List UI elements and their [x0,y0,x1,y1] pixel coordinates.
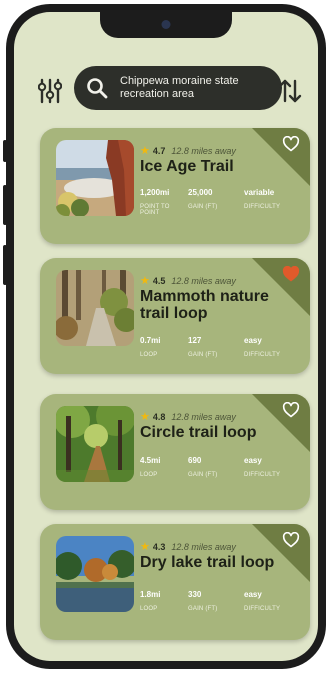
card-corner-tab [252,128,310,186]
trail-card-mammoth-nature[interactable]: ★ 4.5 12.8 miles away Mammoth nature tra… [40,258,310,374]
stat-difficulty: easy DIFFICULTY [244,456,294,478]
stat-label: DIFFICULTY [244,606,281,612]
stat-value: 25,000 [188,188,213,197]
rating-row: ★ 4.5 12.8 miles away [140,274,236,287]
rating-row: ★ 4.3 12.8 miles away [140,540,236,553]
stat-value: 127 [188,336,202,345]
card-corner-tab [252,524,310,582]
heart-icon[interactable] [282,266,300,282]
app-screen: Chippewa moraine state recreation area ★… [14,12,318,661]
stat-label: DIFFICULTY [244,472,281,478]
trail-rating: 4.8 [152,411,166,422]
star-icon: ★ [140,541,150,553]
heart-icon[interactable] [282,532,300,548]
stat-label: LOOP [140,472,158,478]
trail-rating: 4.7 [152,145,166,156]
trail-card-circle[interactable]: ★ 4.8 12.8 miles away Circle trail loop … [40,394,310,510]
stat-length: 0.7mi LOOP [140,336,188,358]
rating-row: ★ 4.8 12.8 miles away [140,410,236,423]
stat-label: LOOP [140,606,158,612]
trail-photo [56,270,134,346]
stat-gain: 25,000 GAIN (FT) [188,188,244,216]
trail-photo [56,140,134,216]
stat-value: easy [244,336,262,345]
trail-name: Dry lake trail loop [140,554,275,571]
trail-name: Ice Age Trail [140,158,234,175]
stat-gain: 127 GAIN (FT) [188,336,244,358]
stat-length: 1.8mi LOOP [140,590,188,612]
trail-stats: 0.7mi LOOP 127 GAIN (FT) easy DIFFICULTY [140,336,294,358]
sort-arrows-icon[interactable] [278,78,302,104]
card-corner-tab [252,394,310,452]
stat-value: variable [244,188,275,197]
stat-difficulty: easy DIFFICULTY [244,336,294,358]
heart-icon[interactable] [282,136,300,152]
stat-label: GAIN (FT) [188,352,218,358]
trail-distance: 12.8 miles away [171,411,236,422]
search-bar[interactable]: Chippewa moraine state recreation area [74,66,282,110]
stat-label: GAIN (FT) [188,606,218,612]
stat-length: 1,200mi POINT TO POINT [140,188,188,216]
stat-gain: 330 GAIN (FT) [188,590,244,612]
stat-label: GAIN (FT) [188,204,218,210]
trail-stats: 1.8mi LOOP 330 GAIN (FT) easy DIFFICULTY [140,590,294,612]
trail-distance: 12.8 miles away [171,275,236,286]
stat-difficulty: easy DIFFICULTY [244,590,294,612]
trail-card-dry-lake[interactable]: ★ 4.3 12.8 miles away Dry lake trail loo… [40,524,310,640]
stat-value: 1.8mi [140,590,161,599]
trail-rating: 4.3 [152,541,166,552]
rating-row: ★ 4.7 12.8 miles away [140,144,236,157]
stat-difficulty: variable DIFFICULTY [244,188,294,216]
trail-name: Mammoth nature trail loop [140,288,269,322]
phone-frame: Chippewa moraine state recreation area ★… [6,4,326,669]
search-input[interactable]: Chippewa moraine state recreation area [120,75,260,101]
sliders-icon-graphic [38,78,62,104]
stat-label: DIFFICULTY [244,352,281,358]
trail-card-ice-age[interactable]: ★ 4.7 12.8 miles away Ice Age Trail 1,20… [40,128,310,244]
heart-icon[interactable] [282,402,300,418]
search-icon [87,78,108,99]
stat-value: 690 [188,456,202,465]
trail-distance: 12.8 miles away [171,145,236,156]
stat-label: LOOP [140,352,158,358]
sliders-icon[interactable] [38,78,62,104]
star-icon: ★ [140,275,150,287]
star-icon: ★ [140,145,150,157]
stat-value: easy [244,456,262,465]
stat-value: 1,200mi [140,188,170,197]
trail-stats: 1,200mi POINT TO POINT 25,000 GAIN (FT) va… [140,188,294,216]
trail-name: Circle trail loop [140,424,257,441]
star-icon: ★ [140,411,150,423]
sort-arrows-icon-graphic [278,79,302,103]
trail-distance: 12.8 miles away [171,541,236,552]
stat-value: 4.5mi [140,456,161,465]
stat-value: 0.7mi [140,336,161,345]
stat-label: DIFFICULTY [244,204,281,210]
stat-length: 4.5mi LOOP [140,456,188,478]
trail-photo [56,406,134,482]
trail-photo [56,536,134,612]
trail-rating: 4.5 [152,275,166,286]
stat-gain: 690 GAIN (FT) [188,456,244,478]
stat-label: GAIN (FT) [188,472,218,478]
front-camera [161,20,171,29]
trail-stats: 4.5mi LOOP 690 GAIN (FT) easy DIFFICULTY [140,456,294,478]
notch [100,12,232,38]
stat-value: 330 [188,590,202,599]
stat-value: easy [244,590,262,599]
stat-label: POINT TO POINT [140,204,170,216]
